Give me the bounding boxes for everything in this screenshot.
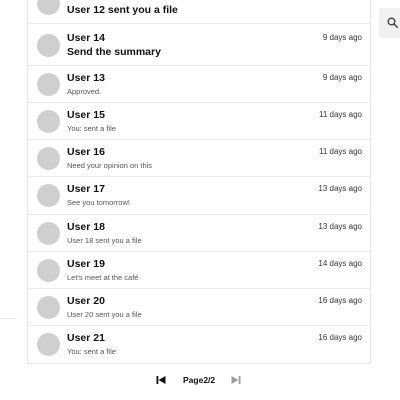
timestamp: 9 days ago — [322, 73, 362, 82]
avatar — [37, 147, 60, 170]
pagination: Page2/2 — [0, 370, 400, 390]
avatar — [37, 34, 60, 57]
list-item[interactable]: User 21 16 days ago You: sent a file — [28, 326, 370, 363]
message-preview: User 12 sent you a file — [67, 4, 178, 16]
message-preview: Need your opinion on this — [67, 161, 153, 170]
list-item[interactable]: User 19 14 days ago Let's meet at the ca… — [28, 252, 370, 289]
message-preview: You: sent a file — [67, 124, 116, 133]
first-page-icon[interactable] — [155, 374, 167, 386]
avatar — [37, 296, 60, 319]
timestamp: 9 days ago — [322, 33, 362, 42]
avatar — [37, 184, 60, 207]
list-item[interactable]: User 17 13 days ago See you tomorrow! — [28, 177, 370, 215]
avatar — [37, 0, 60, 15]
timestamp: 11 days ago — [319, 110, 362, 119]
timestamp: 14 days ago — [318, 259, 362, 268]
timestamp: 13 days ago — [318, 222, 362, 231]
contact-name: User 20 — [67, 295, 105, 307]
list-item[interactable]: User 14 9 days ago Send the summary — [28, 24, 370, 66]
timestamp: 16 days ago — [318, 333, 362, 342]
avatar — [37, 110, 60, 133]
message-preview: You: sent a file — [67, 347, 116, 356]
conversation-list: User 12 sent you a file User 14 9 days a… — [27, 0, 371, 364]
avatar — [37, 259, 60, 282]
contact-name: User 17 — [67, 183, 105, 195]
timestamp: 11 days ago — [319, 147, 362, 156]
contact-name: User 15 — [67, 109, 105, 121]
search-icon — [387, 17, 398, 28]
avatar — [37, 222, 60, 245]
next-page-icon[interactable] — [230, 374, 242, 386]
contact-name: User 16 — [67, 146, 105, 158]
search-button[interactable] — [379, 8, 400, 38]
message-preview: Approved. — [67, 87, 102, 96]
list-item[interactable]: User 15 11 days ago You: sent a file — [28, 103, 370, 140]
contact-name: User 21 — [67, 332, 105, 344]
message-preview: Let's meet at the café — [67, 273, 139, 282]
avatar — [37, 333, 60, 356]
contact-name: User 14 — [67, 32, 105, 44]
left-panel-edge — [0, 318, 17, 319]
message-preview: User 18 sent you a file — [67, 236, 142, 245]
timestamp: 16 days ago — [318, 296, 362, 305]
contact-name: User 18 — [67, 221, 105, 233]
list-item[interactable]: User 16 11 days ago Need your opinion on… — [28, 140, 370, 177]
list-item[interactable]: User 18 13 days ago User 18 sent you a f… — [28, 215, 370, 252]
avatar — [37, 73, 60, 96]
message-preview: Send the summary — [67, 46, 161, 58]
page-indicator: Page2/2 — [183, 375, 216, 385]
list-item[interactable]: User 13 9 days ago Approved. — [28, 66, 370, 103]
list-item[interactable]: User 20 16 days ago User 20 sent you a f… — [28, 289, 370, 326]
message-preview: See you tomorrow! — [67, 198, 130, 207]
list-item[interactable]: User 12 sent you a file — [28, 0, 370, 24]
contact-name: User 13 — [67, 72, 105, 84]
timestamp: 13 days ago — [318, 184, 362, 193]
contact-name: User 19 — [67, 258, 105, 270]
message-preview: User 20 sent you a file — [67, 310, 142, 319]
